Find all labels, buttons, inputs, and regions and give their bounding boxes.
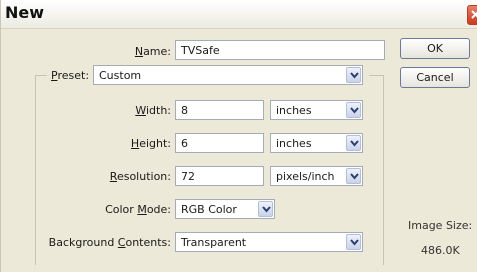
chevron-down-icon xyxy=(350,72,359,79)
image-size-value: 486.0K xyxy=(421,244,460,257)
height-unit-value: inches xyxy=(276,137,312,150)
background-contents-dropdown-button[interactable] xyxy=(346,234,361,250)
title-bar: New xyxy=(1,0,477,29)
width-label: Width: xyxy=(135,104,171,117)
background-contents-label: Background Contents: xyxy=(48,236,171,249)
preset-dropdown-button[interactable] xyxy=(346,67,361,83)
close-button[interactable] xyxy=(467,5,477,25)
background-contents-value: Transparent xyxy=(181,236,247,249)
name-label-text: ame: xyxy=(143,45,171,58)
color-mode-value: RGB Color xyxy=(181,203,237,216)
chevron-down-icon xyxy=(262,206,271,213)
preset-group-left xyxy=(35,75,36,265)
chevron-down-icon xyxy=(350,239,359,246)
preset-group-top-left xyxy=(35,75,47,76)
width-unit-select[interactable]: inches xyxy=(270,100,363,120)
width-value: 8 xyxy=(181,104,188,117)
resolution-unit-value: pixels/inch xyxy=(276,170,335,183)
resolution-unit-dropdown-button[interactable] xyxy=(346,168,361,184)
chevron-down-icon xyxy=(350,173,359,180)
dialog-title: New xyxy=(5,3,45,22)
color-mode-select[interactable]: RGB Color xyxy=(175,199,275,219)
chevron-down-icon xyxy=(350,107,359,114)
cancel-button[interactable]: Cancel xyxy=(400,67,470,88)
color-mode-label: Color Mode: xyxy=(105,203,171,216)
image-size-label: Image Size: xyxy=(408,219,473,232)
background-contents-select[interactable]: Transparent xyxy=(175,232,363,252)
resolution-unit-select[interactable]: pixels/inch xyxy=(270,166,363,186)
height-value: 6 xyxy=(181,137,188,150)
resolution-field[interactable]: 72 xyxy=(175,166,264,186)
width-field[interactable]: 8 xyxy=(175,100,264,120)
resolution-label: Resolution: xyxy=(109,170,171,183)
width-unit-value: inches xyxy=(276,104,312,117)
color-mode-dropdown-button[interactable] xyxy=(258,201,273,217)
chevron-down-icon xyxy=(350,140,359,147)
preset-value: Custom xyxy=(99,69,142,82)
name-field[interactable]: TVSafe xyxy=(175,40,385,60)
preset-group-right xyxy=(383,75,384,265)
preset-group-top-right xyxy=(369,75,383,76)
preset-label: Preset: xyxy=(51,69,90,82)
name-label: Name: xyxy=(134,45,171,58)
height-unit-select[interactable]: inches xyxy=(270,133,363,153)
width-unit-dropdown-button[interactable] xyxy=(346,102,361,118)
close-icon xyxy=(471,10,477,19)
ok-button[interactable]: OK xyxy=(400,38,470,59)
height-field[interactable]: 6 xyxy=(175,133,264,153)
height-label: Height: xyxy=(130,137,171,150)
preset-select[interactable]: Custom xyxy=(93,65,363,85)
resolution-value: 72 xyxy=(181,170,195,183)
new-document-dialog: New Name: TVSafe Preset: Custom Width: 8 xyxy=(0,0,477,272)
name-value: TVSafe xyxy=(181,44,220,57)
height-unit-dropdown-button[interactable] xyxy=(346,135,361,151)
